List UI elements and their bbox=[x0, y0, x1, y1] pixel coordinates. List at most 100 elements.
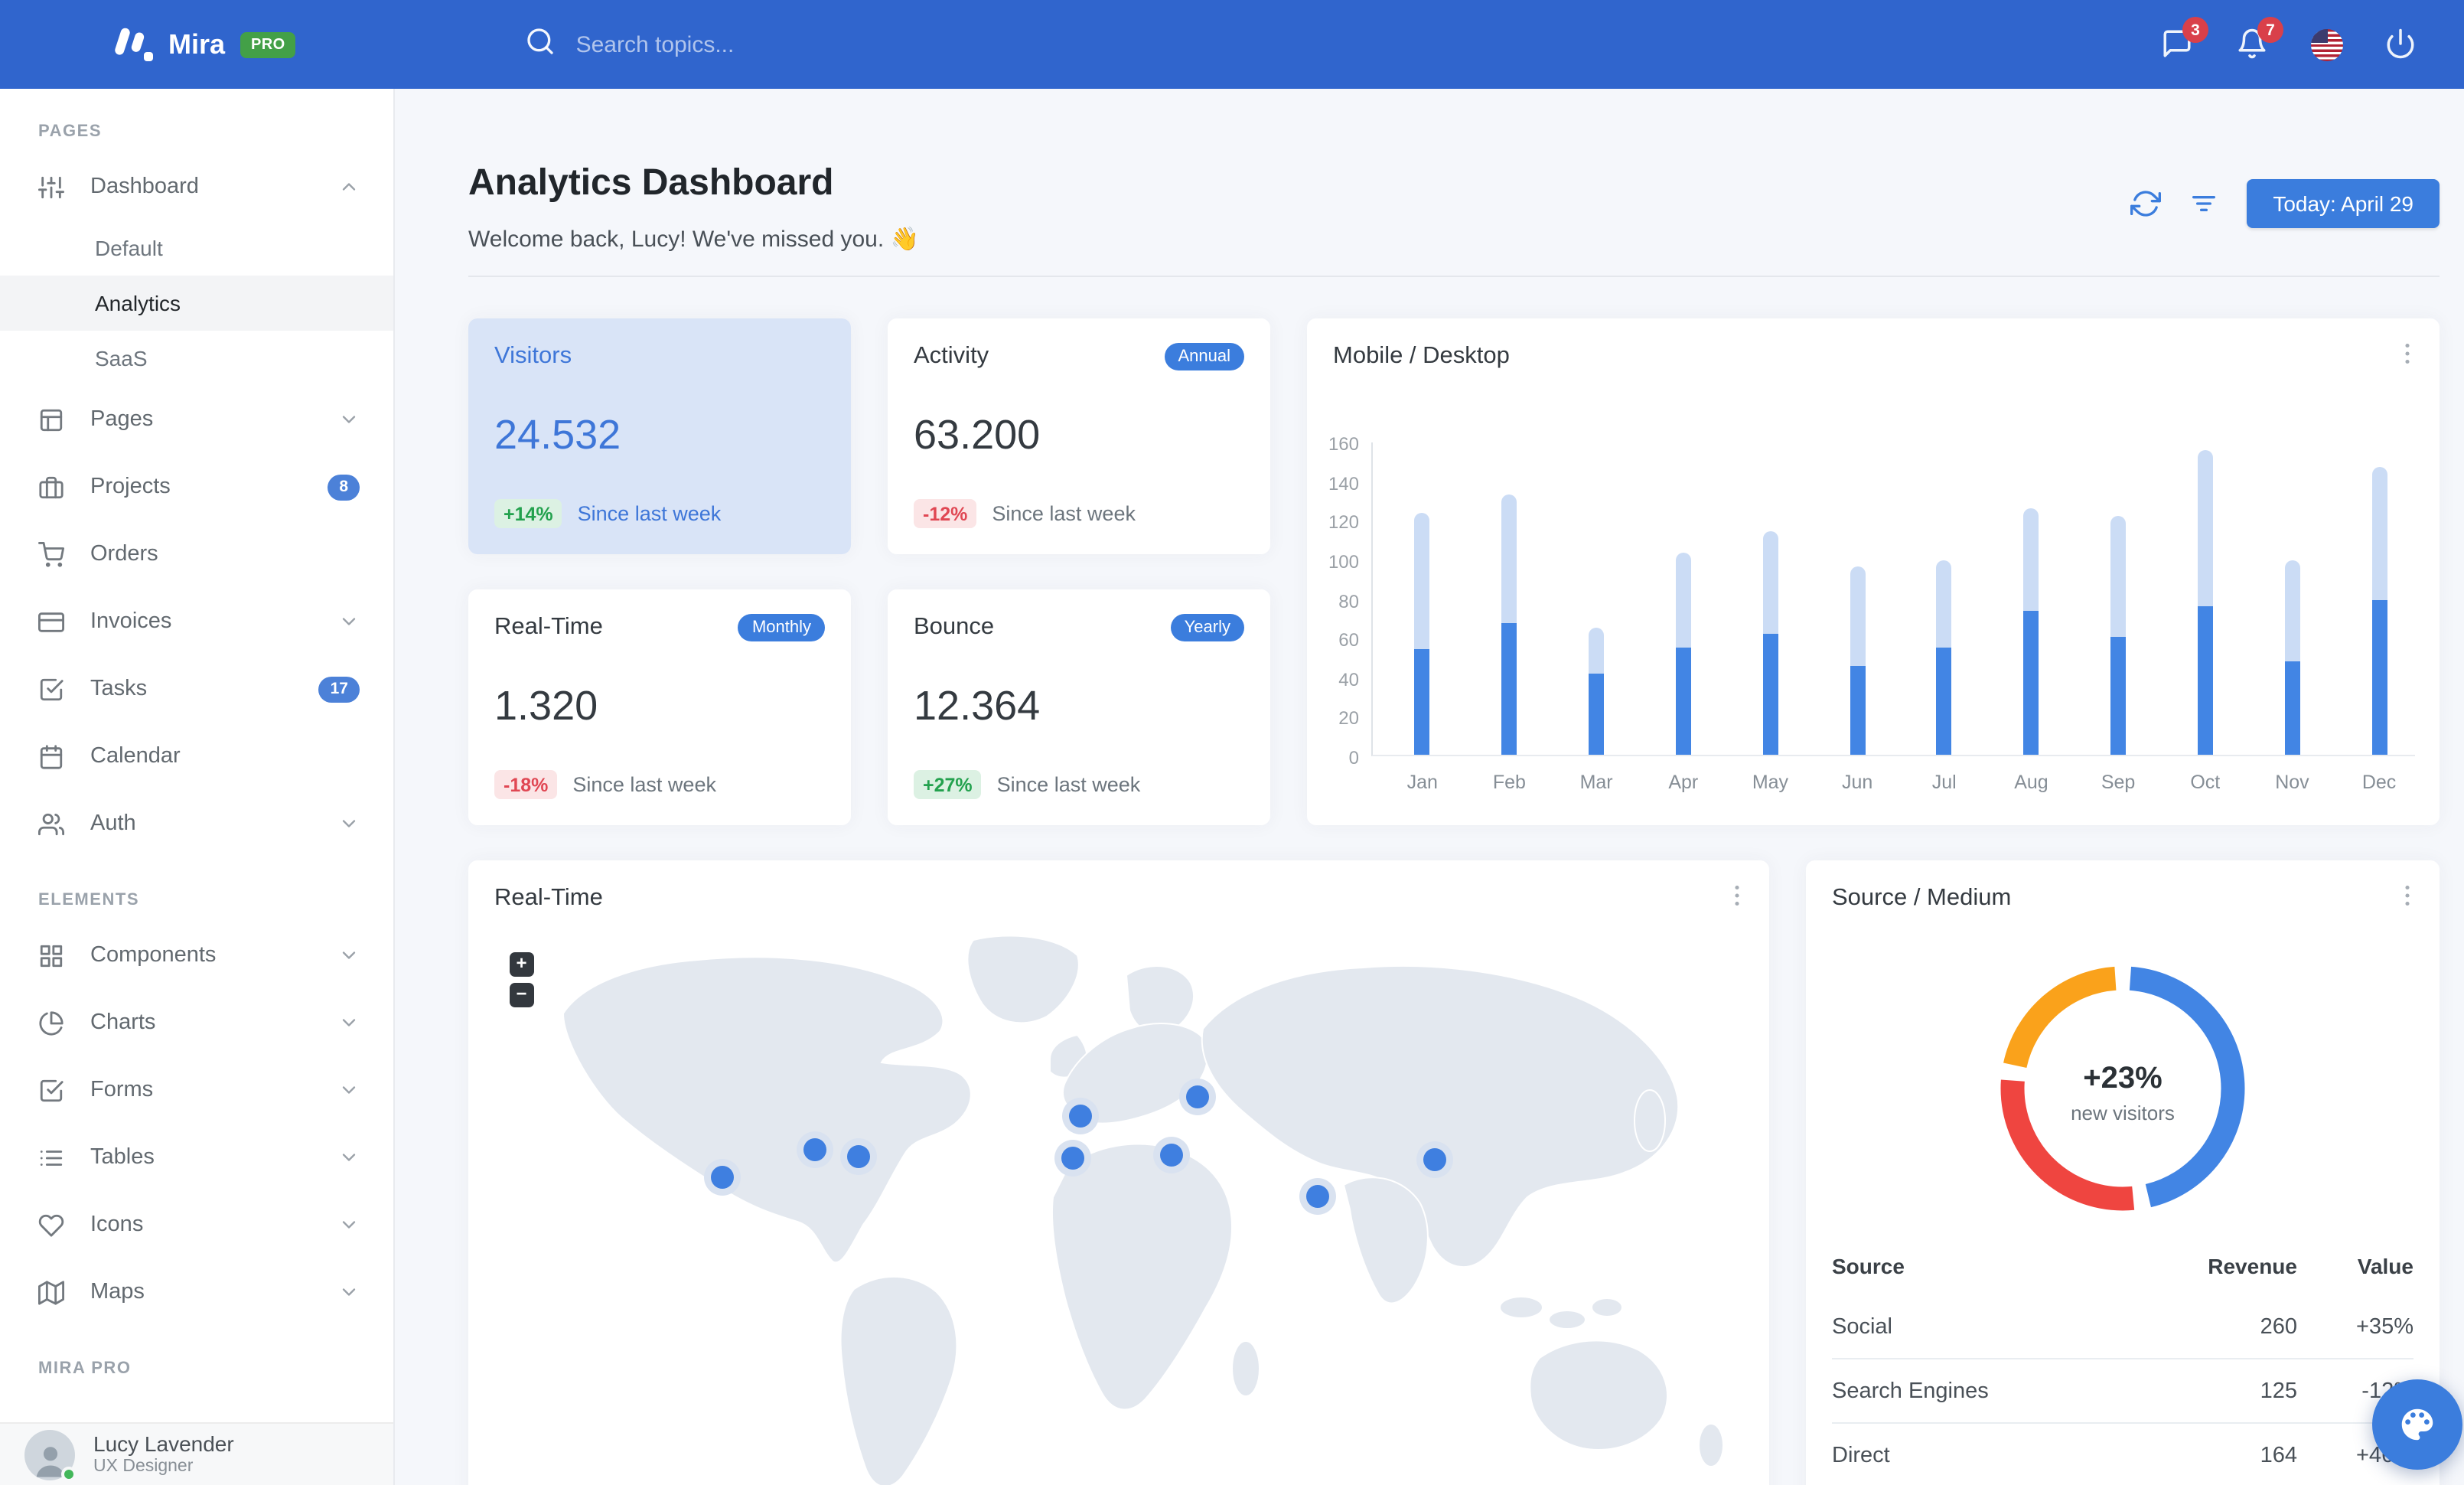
bar-jun bbox=[1850, 566, 1866, 755]
map-marker[interactable] bbox=[1416, 1141, 1453, 1178]
check-square-icon bbox=[38, 1077, 64, 1103]
language-flag-us-icon[interactable] bbox=[2311, 28, 2343, 60]
stat-caption: Since last week bbox=[572, 773, 716, 796]
x-axis-label: Oct bbox=[2190, 772, 2221, 793]
map-marker[interactable] bbox=[1179, 1079, 1216, 1115]
chevron-down-icon bbox=[338, 1281, 360, 1303]
x-axis-label: Aug bbox=[2014, 772, 2048, 793]
mobile-desktop-chart-card: Mobile / Desktop 160 140 120 100 80 60 40 20 0 Ja… bbox=[1307, 318, 2440, 825]
sidebar-item-label: Orders bbox=[90, 542, 158, 566]
x-axis-label: Dec bbox=[2361, 772, 2397, 793]
filter-button[interactable] bbox=[2189, 188, 2219, 218]
app: Mira PRO 3 7 PAGES Dashboard Default Analyt… bbox=[0, 0, 2464, 1485]
sidebar-item-forms[interactable]: Forms bbox=[0, 1056, 393, 1124]
sidebar-item-dashboard[interactable]: Dashboard bbox=[0, 153, 393, 220]
map-zoom-in-button[interactable]: + bbox=[510, 952, 533, 976]
stat-title: Visitors bbox=[494, 343, 572, 369]
sidebar-item-maps[interactable]: Maps bbox=[0, 1258, 393, 1326]
col-source: Source bbox=[1832, 1254, 1905, 1278]
theme-settings-fab[interactable] bbox=[2372, 1379, 2462, 1470]
map-marker[interactable] bbox=[1062, 1098, 1099, 1134]
map-marker[interactable] bbox=[797, 1131, 833, 1168]
stat-value: 12.364 bbox=[914, 683, 1041, 729]
sidebar-item-label: Tasks bbox=[90, 677, 148, 701]
x-axis-label: Jul bbox=[1931, 772, 1957, 793]
sidebar-section-pages: PAGES bbox=[38, 122, 103, 141]
sidebar-item-components[interactable]: Components bbox=[0, 922, 393, 989]
date-range-button[interactable]: Today: April 29 bbox=[2247, 178, 2440, 227]
map-marker[interactable] bbox=[1153, 1137, 1190, 1173]
map-marker[interactable] bbox=[1054, 1140, 1091, 1177]
messages-button[interactable]: 3 bbox=[2161, 17, 2208, 61]
stat-card-activity: Activity Annual 63.200 -12% Since last w… bbox=[888, 318, 1270, 554]
sidebar-subitem-default[interactable]: Default bbox=[0, 220, 393, 276]
delta-badge: -12% bbox=[914, 499, 977, 528]
y-axis-tick: 0 bbox=[1348, 747, 1359, 769]
sign-out-button[interactable] bbox=[2384, 28, 2418, 61]
notifications-button[interactable]: 7 bbox=[2236, 17, 2283, 61]
sidebar-item-tables[interactable]: Tables bbox=[0, 1124, 393, 1191]
top-navbar: Mira PRO 3 7 bbox=[0, 0, 2464, 89]
world-map[interactable] bbox=[468, 922, 1769, 1485]
period-badge[interactable]: Yearly bbox=[1170, 614, 1244, 641]
sidebar-item-charts[interactable]: Charts bbox=[0, 989, 393, 1056]
sidebar-item-orders[interactable]: Orders bbox=[0, 521, 393, 588]
sidebar-subitem-saas[interactable]: SaaS bbox=[0, 331, 393, 386]
sidebar-item-invoices[interactable]: Invoices bbox=[0, 588, 393, 655]
table-row: Search Engines125-12% bbox=[1832, 1358, 2413, 1423]
refresh-button[interactable] bbox=[2130, 188, 2162, 218]
navbar-actions: 3 7 bbox=[2161, 17, 2418, 61]
stat-title: Activity bbox=[914, 343, 989, 369]
sidebar-item-pages[interactable]: Pages bbox=[0, 386, 393, 453]
period-badge[interactable]: Annual bbox=[1164, 343, 1244, 370]
sidebar-user[interactable]: Lucy Lavender UX Designer bbox=[0, 1422, 393, 1485]
period-badge[interactable]: Monthly bbox=[738, 614, 825, 641]
map-zoom-out-button[interactable]: − bbox=[510, 983, 533, 1007]
cell-revenue: 125 bbox=[2134, 1358, 2297, 1423]
map-marker[interactable] bbox=[1299, 1178, 1336, 1215]
sidebar-item-label: Icons bbox=[90, 1212, 144, 1237]
sidebar-item-tasks[interactable]: Tasks 17 bbox=[0, 655, 393, 723]
sidebar-item-label: Components bbox=[90, 943, 217, 968]
table-row: Direct164+46% bbox=[1832, 1422, 2413, 1485]
map-marker[interactable] bbox=[840, 1138, 877, 1175]
check-square-icon bbox=[38, 676, 64, 702]
cell-value: +35% bbox=[2356, 1314, 2413, 1339]
users-icon bbox=[38, 811, 64, 837]
delta-badge: -18% bbox=[494, 770, 558, 799]
sidebar-item-calendar[interactable]: Calendar bbox=[0, 723, 393, 790]
sidebar-item-label: Tables bbox=[90, 1145, 155, 1170]
sidebar-item-auth[interactable]: Auth bbox=[0, 790, 393, 857]
x-axis-label: May bbox=[1752, 772, 1789, 793]
sidebar-item-icons[interactable]: Icons bbox=[0, 1191, 393, 1258]
card-menu-button[interactable] bbox=[1723, 882, 1751, 909]
sidebar-subitem-analytics[interactable]: Analytics bbox=[0, 276, 393, 331]
x-axis-label: Jun bbox=[1841, 772, 1873, 793]
brand[interactable]: Mira PRO bbox=[113, 24, 296, 64]
sidebar-item-projects[interactable]: Projects 8 bbox=[0, 453, 393, 521]
sidebar: PAGES Dashboard Default Analytics SaaS Pages P… bbox=[0, 89, 395, 1485]
stat-caption: Since last week bbox=[992, 502, 1136, 525]
y-axis-tick: 40 bbox=[1338, 668, 1359, 690]
table-row: Social 260 +35% bbox=[1832, 1295, 2413, 1359]
search-input[interactable] bbox=[575, 31, 913, 57]
user-name: Lucy Lavender bbox=[93, 1431, 234, 1456]
stat-card-realtime: Real-Time Monthly 1.320 -18% Since last … bbox=[468, 589, 851, 825]
stat-caption: Since last week bbox=[996, 773, 1141, 796]
sliders-icon bbox=[38, 174, 64, 200]
map-marker[interactable] bbox=[704, 1159, 741, 1196]
palette-icon bbox=[2401, 1408, 2433, 1441]
cell-source: Social bbox=[1832, 1314, 1892, 1339]
page-title: Analytics Dashboard bbox=[468, 162, 834, 204]
card-menu-button[interactable] bbox=[2394, 340, 2421, 367]
chevron-down-icon bbox=[338, 1079, 360, 1101]
bar-dec bbox=[2371, 466, 2387, 755]
shopping-cart-icon bbox=[38, 541, 64, 567]
chevron-down-icon bbox=[338, 1147, 360, 1168]
briefcase-icon bbox=[38, 474, 64, 500]
source-medium-title: Source / Medium bbox=[1832, 885, 2012, 911]
sidebar-section-mira-pro: MIRA PRO bbox=[38, 1359, 132, 1378]
sidebar-count-badge: 8 bbox=[328, 474, 360, 500]
card-menu-button[interactable] bbox=[2394, 882, 2421, 909]
sidebar-subitem-label: Default bbox=[95, 236, 163, 260]
